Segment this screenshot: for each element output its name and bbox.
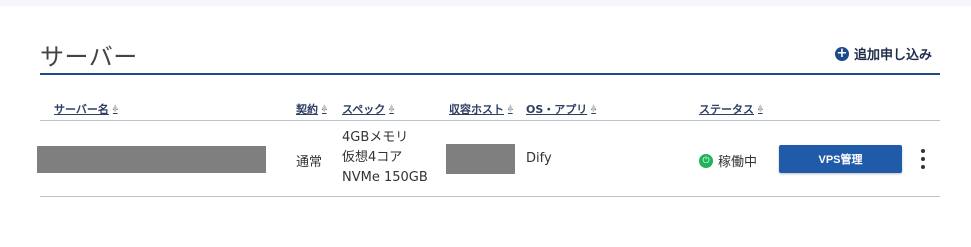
- more-options-icon[interactable]: [918, 149, 928, 169]
- title-divider: [40, 73, 940, 75]
- contract-cell: 通常: [296, 155, 323, 170]
- table-row-divider: [40, 196, 940, 197]
- column-header-label: 契約: [296, 103, 318, 116]
- column-header-contract[interactable]: 契約 ▲ ▼: [296, 101, 327, 117]
- status-badge: ⏻ 稼働中: [699, 151, 757, 170]
- sort-icon: ▲ ▼: [112, 103, 118, 114]
- page-title: サーバー: [40, 43, 138, 71]
- spec-memory: 4GBメモリ: [342, 130, 409, 145]
- column-header-os-app[interactable]: OS・アプリ ▲ ▼: [526, 101, 596, 117]
- add-application-label: 追加申し込み: [854, 48, 933, 63]
- column-header-status[interactable]: ステータス ▲ ▼: [699, 101, 763, 117]
- status-text: 稼働中: [718, 155, 758, 170]
- redacted-host: [446, 144, 515, 174]
- sort-icon: ▲ ▼: [322, 103, 327, 114]
- column-header-label: スペック: [342, 103, 386, 116]
- table-header-divider: [40, 120, 940, 121]
- sort-icon: ▲ ▼: [389, 103, 394, 114]
- spec-storage: NVMe 150GB: [342, 170, 428, 185]
- add-application-button[interactable]: + 追加申し込み: [835, 44, 932, 63]
- plus-circle-icon: +: [835, 45, 849, 61]
- redacted-server-name: [37, 146, 266, 173]
- sort-icon: ▲ ▼: [758, 103, 763, 114]
- spec-cell: 4GBメモリ 仮想4コア NVMe 150GB: [342, 128, 428, 188]
- column-header-label: OS・アプリ: [526, 103, 588, 116]
- spec-cpu: 仮想4コア: [342, 150, 403, 165]
- vps-manage-button[interactable]: VPS管理: [779, 145, 902, 173]
- sort-icon: ▲ ▼: [508, 103, 513, 114]
- column-header-label: サーバー名: [54, 103, 109, 116]
- column-header-server-name[interactable]: サーバー名 ▲ ▼: [54, 101, 118, 117]
- column-header-label: ステータス: [699, 103, 754, 116]
- top-strip: [0, 0, 971, 6]
- column-header-label: 収容ホスト: [449, 103, 504, 116]
- power-icon: ⏻: [699, 153, 713, 168]
- column-header-spec[interactable]: スペック ▲ ▼: [342, 101, 394, 117]
- column-header-host[interactable]: 収容ホスト ▲ ▼: [449, 101, 513, 117]
- sort-icon: ▲ ▼: [591, 103, 596, 114]
- os-app-cell: Dify: [526, 151, 552, 166]
